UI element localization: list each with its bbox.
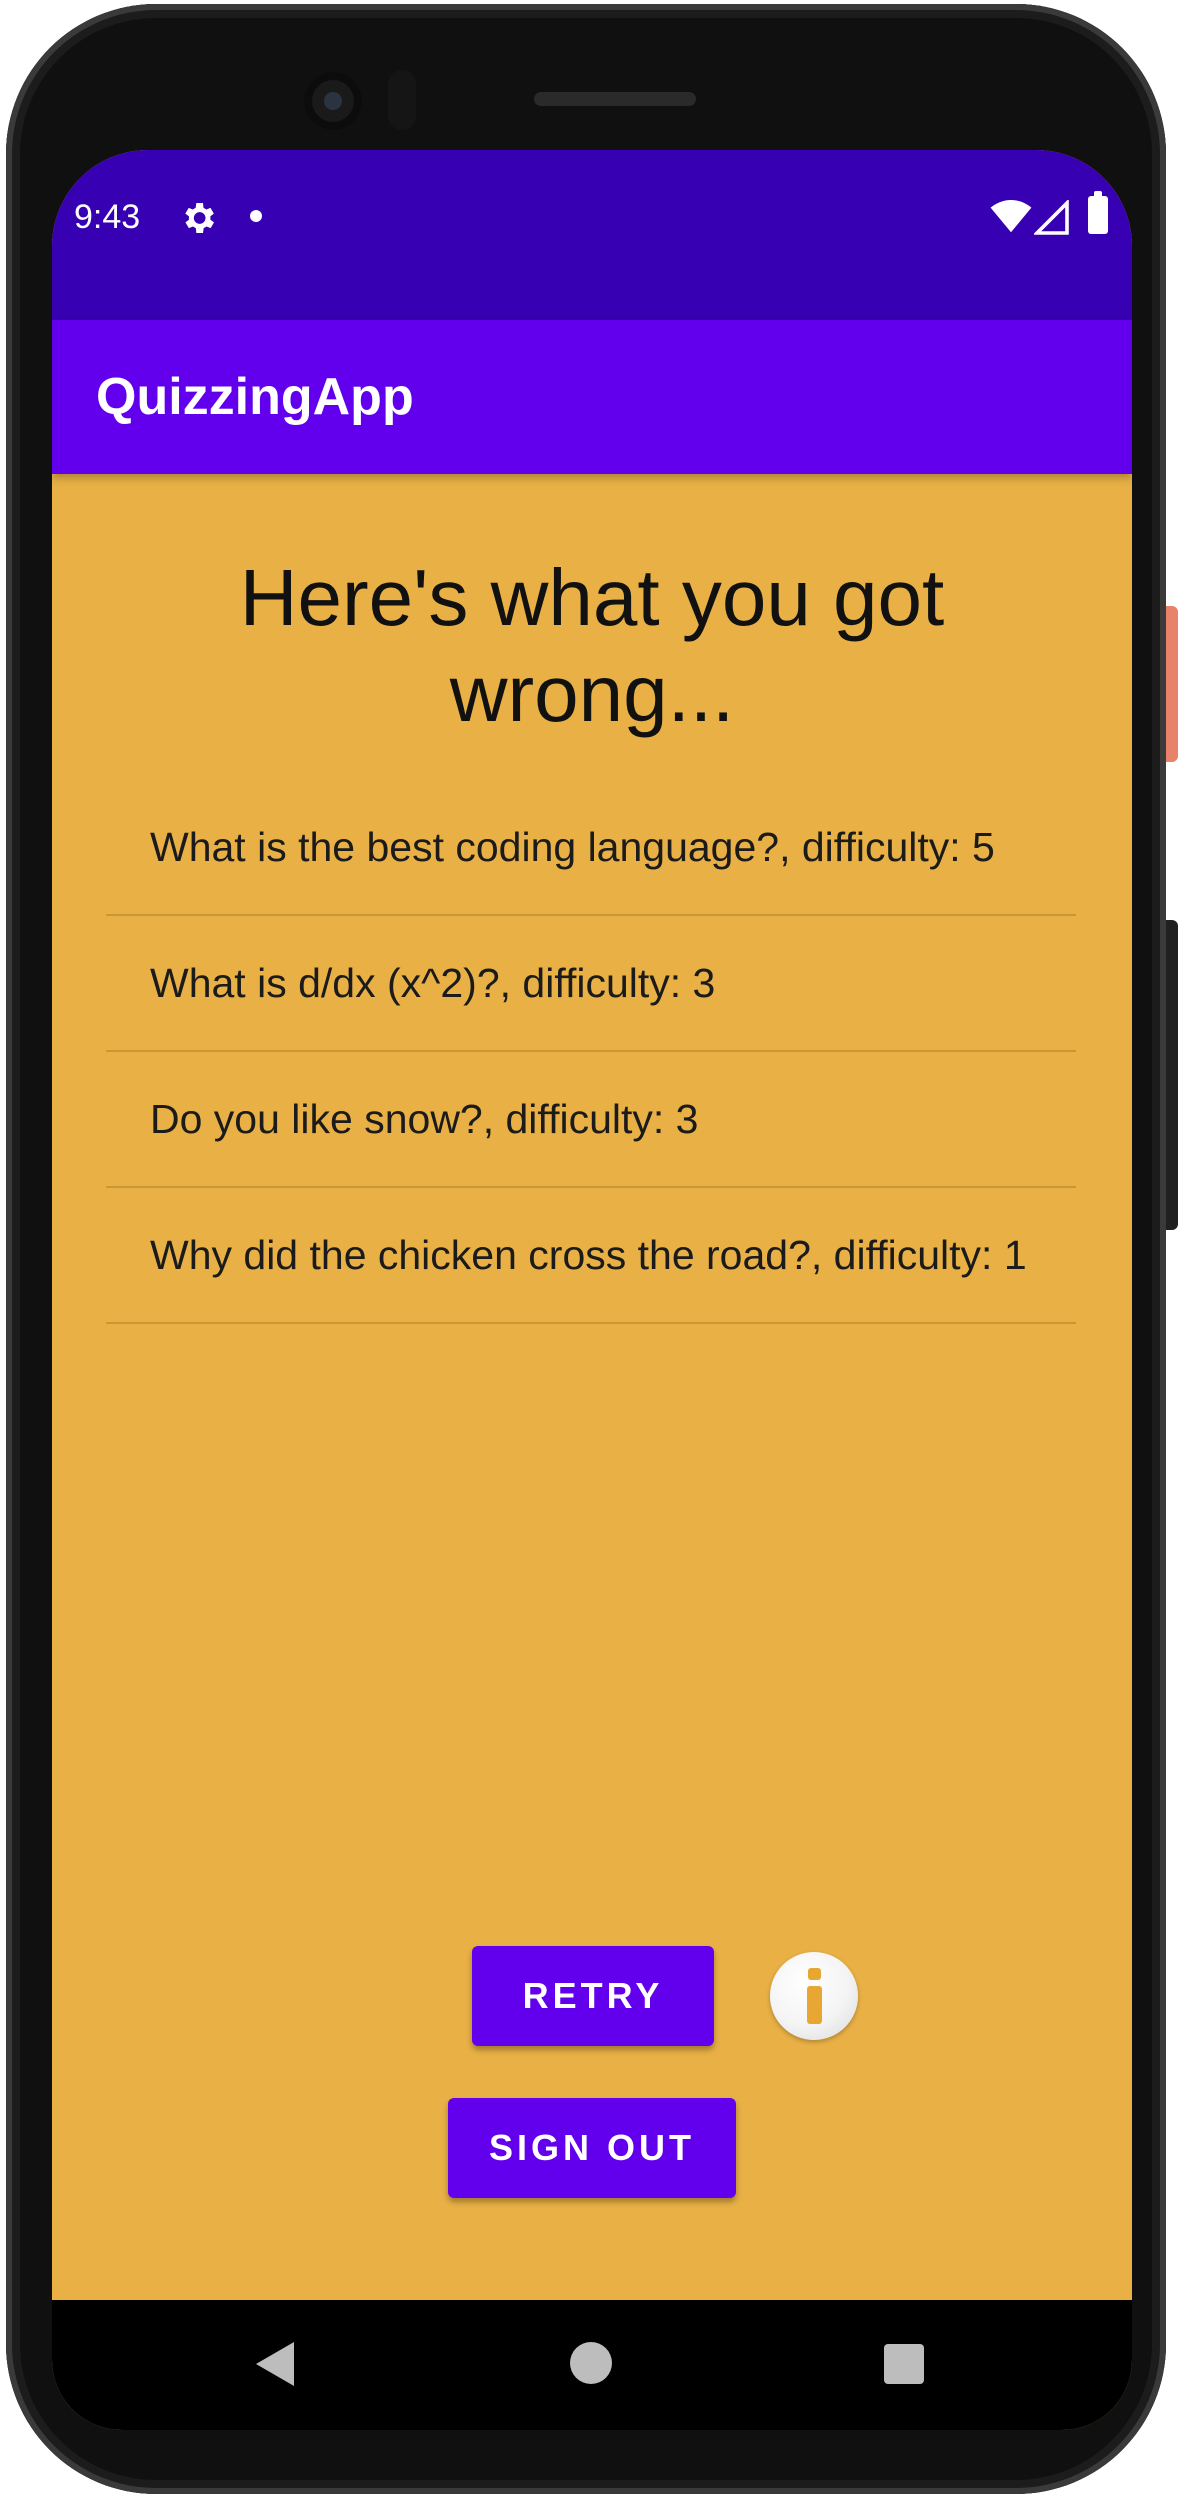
- power-button: [1166, 606, 1178, 762]
- notification-dot-icon: [250, 210, 262, 222]
- retry-button[interactable]: RETRY: [472, 1946, 714, 2046]
- list-item[interactable]: Why did the chicken cross the road?, dif…: [106, 1188, 1076, 1324]
- signal-icon: [1034, 200, 1069, 235]
- wrong-answers-list: What is the best coding language?, diffi…: [106, 780, 1076, 1324]
- battery-icon: [1088, 191, 1108, 234]
- volume-button: [1166, 920, 1178, 1230]
- status-time: 9:43: [74, 198, 141, 236]
- earpiece-speaker: [534, 92, 696, 106]
- list-item[interactable]: What is d/dx (x^2)?, difficulty: 3: [106, 916, 1076, 1052]
- navigation-bar: [52, 2300, 1132, 2430]
- list-item-text: Do you like snow?, difficulty: 3: [150, 1096, 699, 1142]
- list-item-text: What is d/dx (x^2)?, difficulty: 3: [150, 960, 716, 1006]
- app-bar: QuizzingApp: [52, 320, 1132, 474]
- back-icon[interactable]: [256, 2342, 294, 2386]
- sign-out-button[interactable]: SIGN OUT: [448, 2098, 736, 2198]
- gear-icon: [185, 203, 214, 233]
- results-heading: Here's what you got wrong...: [239, 553, 945, 738]
- phone-frame: 9:43 QuizzingApp Here's what you got wro…: [6, 4, 1166, 2494]
- list-item[interactable]: What is the best coding language?, diffi…: [106, 780, 1076, 916]
- info-icon[interactable]: [770, 1952, 858, 2040]
- app-title: QuizzingApp: [96, 368, 414, 426]
- list-item-text: Why did the chicken cross the road?, dif…: [150, 1232, 1027, 1278]
- wifi-icon: [990, 200, 1032, 233]
- screen: 9:43 QuizzingApp Here's what you got wro…: [52, 150, 1132, 2430]
- status-bar: 9:43: [52, 150, 1132, 320]
- front-camera: [304, 72, 362, 130]
- list-item-text: What is the best coding language?, diffi…: [150, 824, 995, 870]
- proximity-sensor: [388, 70, 416, 130]
- home-icon[interactable]: [570, 2342, 612, 2384]
- list-item[interactable]: Do you like snow?, difficulty: 3: [106, 1052, 1076, 1188]
- recents-icon[interactable]: [884, 2344, 924, 2384]
